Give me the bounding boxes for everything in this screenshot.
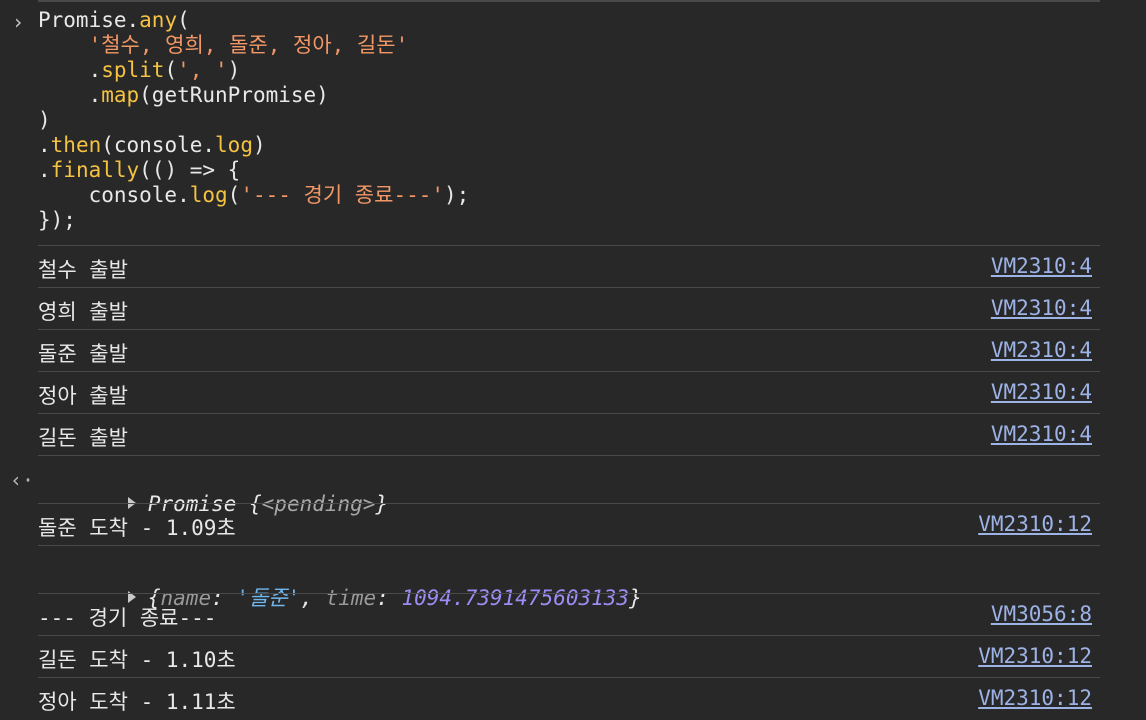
source-link[interactable]: VM2310:4 bbox=[991, 296, 1092, 320]
console-log-row: --- 경기 종료--- VM3056:8 bbox=[38, 593, 1100, 635]
code-line: .split(', ') bbox=[38, 58, 241, 83]
console-log-row: 철수 출발 VM2310:4 bbox=[38, 245, 1100, 287]
code-line: }); bbox=[38, 208, 76, 233]
code-token: log bbox=[215, 133, 253, 157]
code-token: (getRunPromise) bbox=[139, 83, 329, 107]
log-message: 돌준 도착 - 1.09초 bbox=[38, 516, 236, 540]
code-token: '--- 경기 종료---' bbox=[240, 183, 445, 207]
divider bbox=[38, 0, 1100, 2]
code-token: split bbox=[101, 58, 165, 82]
console-log-row: 길돈 도착 - 1.10초 VM2310:12 bbox=[38, 635, 1100, 677]
log-message: 영희 출발 bbox=[38, 300, 128, 324]
log-message: 정아 도착 - 1.11초 bbox=[38, 690, 236, 714]
source-link[interactable]: VM2310:12 bbox=[978, 644, 1092, 668]
return-arrow-icon: ‹· bbox=[10, 468, 35, 492]
code-token: map bbox=[101, 83, 140, 107]
code-token: . bbox=[38, 158, 51, 182]
code-token: finally bbox=[50, 158, 140, 182]
code-token: ) bbox=[227, 58, 241, 82]
log-message: 돌준 출발 bbox=[38, 342, 128, 366]
source-link[interactable]: VM2310:4 bbox=[991, 422, 1092, 446]
code-token: console. bbox=[38, 183, 190, 207]
code-token: . bbox=[38, 83, 102, 107]
code-line: .map(getRunPromise) bbox=[38, 83, 329, 108]
code-line: .then(console.log) bbox=[38, 133, 266, 158]
code-token: ) bbox=[38, 108, 51, 132]
source-link[interactable]: VM3056:8 bbox=[991, 602, 1092, 626]
code-token: ( bbox=[164, 58, 178, 82]
log-message: --- 경기 종료--- bbox=[38, 606, 217, 630]
console-log-row: 돌준 출발 VM2310:4 bbox=[38, 329, 1100, 371]
code-token: (console. bbox=[101, 133, 216, 157]
log-message: 길돈 출발 bbox=[38, 426, 128, 450]
code-token: }); bbox=[38, 208, 76, 232]
source-link[interactable]: VM2310:12 bbox=[978, 686, 1092, 710]
console-log-row: 돌준 도착 - 1.09초 VM2310:12 bbox=[38, 503, 1100, 545]
console-log-row: 정아 도착 - 1.11초 VM2310:12 bbox=[38, 677, 1100, 720]
code-line: Promise.any( bbox=[38, 8, 190, 33]
console-result-row: ‹· Promise {<pending>} bbox=[10, 455, 1100, 516]
console-log-row: 영희 출발 VM2310:4 bbox=[38, 287, 1100, 329]
code-token: . bbox=[38, 58, 102, 82]
code-token: then bbox=[50, 133, 102, 157]
log-message: 정아 출발 bbox=[38, 384, 128, 408]
console-object-row: {name: '돌준', time: 1094.7391475603133} bbox=[38, 545, 1100, 610]
log-message: 길돈 도착 - 1.10초 bbox=[38, 648, 236, 672]
code-token: '철수, 영희, 돌준, 정아, 길돈' bbox=[88, 33, 409, 57]
console-log-row: 길돈 출발 VM2310:4 bbox=[38, 413, 1100, 455]
code-line: .finally(() => { bbox=[38, 158, 240, 183]
code-line: ) bbox=[38, 108, 51, 133]
log-message: 철수 출발 bbox=[38, 258, 128, 282]
code-token: log bbox=[189, 183, 228, 207]
code-token: ) bbox=[252, 133, 266, 157]
source-link[interactable]: VM2310:12 bbox=[978, 512, 1092, 536]
code-line: console.log('--- 경기 종료---'); bbox=[38, 183, 470, 208]
source-link[interactable]: VM2310:4 bbox=[991, 254, 1092, 278]
code-token: any bbox=[139, 8, 178, 32]
source-link[interactable]: VM2310:4 bbox=[991, 338, 1092, 362]
code-token: . bbox=[38, 133, 51, 157]
console-log-row: 정아 출발 VM2310:4 bbox=[38, 371, 1100, 413]
code-token: ( bbox=[227, 183, 241, 207]
chevron-right-icon: › bbox=[12, 10, 25, 34]
code-token: ( bbox=[177, 8, 190, 32]
code-token: ); bbox=[444, 183, 470, 207]
devtools-console: › Promise.any( '철수, 영희, 돌준, 정아, 길돈' .spl… bbox=[0, 0, 1146, 720]
code-token: Promise. bbox=[38, 8, 140, 32]
code-token: (() => { bbox=[139, 158, 241, 182]
code-line: '철수, 영희, 돌준, 정아, 길돈' bbox=[38, 33, 409, 58]
source-link[interactable]: VM2310:4 bbox=[991, 380, 1092, 404]
code-token: ', ' bbox=[177, 58, 228, 82]
